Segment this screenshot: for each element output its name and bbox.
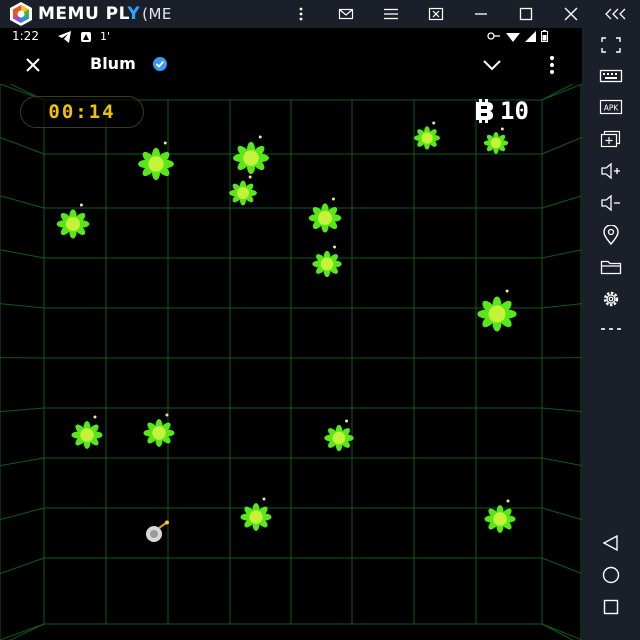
more-vertical-icon[interactable] <box>542 54 562 76</box>
blum-coin-icon <box>476 99 493 123</box>
memu-logo-icon <box>10 2 32 26</box>
android-statusbar: 1:22 1' <box>0 28 582 46</box>
collapse-icon[interactable] <box>593 0 638 28</box>
score-value: 10 <box>500 97 529 125</box>
status-time: 1:22 <box>12 29 39 43</box>
verified-badge-icon <box>153 57 167 71</box>
keyboard-icon[interactable] <box>596 65 626 87</box>
fullscreen-icon[interactable] <box>596 34 626 56</box>
game-score: 10 <box>474 96 529 126</box>
apk-label: APK <box>604 104 620 113</box>
close-icon[interactable] <box>22 54 44 76</box>
add-window-icon[interactable] <box>596 128 626 150</box>
folder-icon[interactable] <box>596 256 626 278</box>
perspective-grid <box>0 84 582 640</box>
key-icon <box>487 32 500 40</box>
clover-flake-icon[interactable] <box>48 202 98 242</box>
clover-flake-icon[interactable] <box>406 120 448 152</box>
clover-flake-icon[interactable] <box>222 134 280 178</box>
game-timer: 00:14 <box>20 96 144 128</box>
clover-flake-icon[interactable] <box>314 418 364 454</box>
app-title: Blum <box>90 54 136 73</box>
clover-flake-icon[interactable] <box>134 412 184 450</box>
screenshot-icon[interactable] <box>413 0 458 28</box>
miniapp-header: Blum <box>0 46 582 84</box>
mail-icon[interactable] <box>323 0 368 28</box>
wifi-icon <box>506 32 520 42</box>
minimize-icon[interactable] <box>458 0 503 28</box>
location-icon[interactable] <box>596 224 626 246</box>
settings-icon[interactable] <box>596 288 626 310</box>
clover-flake-icon[interactable] <box>128 140 184 184</box>
telegram-icon <box>58 30 71 43</box>
clover-flake-icon[interactable] <box>62 414 112 452</box>
clover-flake-icon[interactable] <box>476 126 516 156</box>
home-icon[interactable] <box>596 564 626 586</box>
more-vertical-icon[interactable] <box>278 0 323 28</box>
game-area[interactable]: 00:14 10 <box>0 84 582 640</box>
battery-icon <box>541 30 548 42</box>
bomb-icon[interactable] <box>142 520 174 544</box>
clover-flake-icon[interactable] <box>232 496 280 534</box>
apk-icon[interactable]: APK <box>596 96 626 118</box>
chevron-down-icon[interactable] <box>482 58 502 72</box>
clover-flake-icon[interactable] <box>476 498 524 536</box>
volume-up-icon[interactable] <box>596 160 626 182</box>
more-icon[interactable] <box>596 318 626 340</box>
recents-icon[interactable] <box>596 596 626 618</box>
close-icon[interactable] <box>548 0 593 28</box>
clover-flake-icon[interactable] <box>466 288 528 336</box>
clover-flake-icon[interactable] <box>222 174 264 208</box>
clover-flake-icon[interactable] <box>306 244 348 280</box>
menu-icon[interactable] <box>368 0 413 28</box>
status-extra: 1' <box>100 30 111 43</box>
clover-flake-icon[interactable] <box>300 196 350 236</box>
notification-icon <box>81 31 91 42</box>
emulator-sidebar: APK <box>582 28 640 640</box>
signal-icon <box>525 30 536 42</box>
back-icon[interactable] <box>596 532 626 554</box>
maximize-icon[interactable] <box>503 0 548 28</box>
emulator-brand: MEMU PLY (ME <box>38 4 172 24</box>
emulator-titlebar: MEMU PLY (ME <box>0 0 640 28</box>
volume-down-icon[interactable] <box>596 192 626 214</box>
